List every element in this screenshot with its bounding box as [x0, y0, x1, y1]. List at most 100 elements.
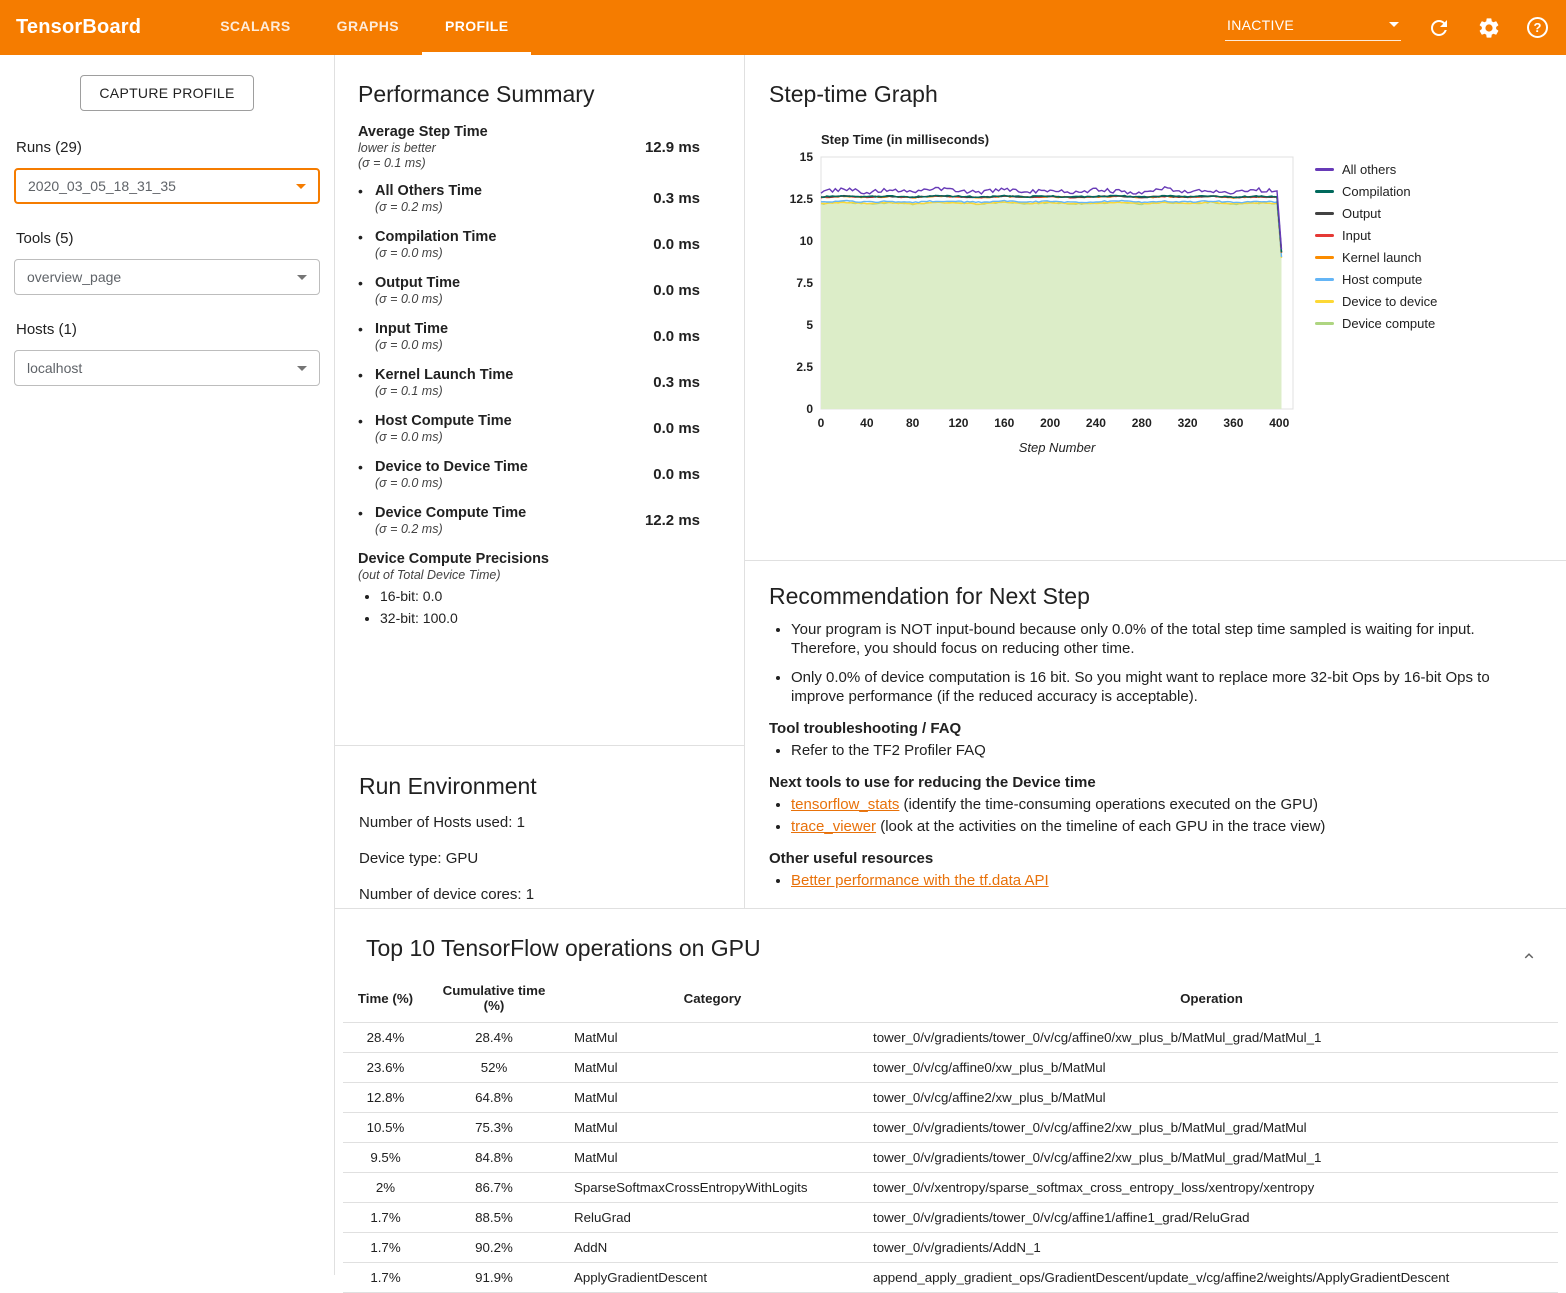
precisions-title: Device Compute Precisions: [358, 551, 700, 567]
metric-label: Device Compute Time: [375, 505, 526, 521]
tool-link-description: (look at the activities on the timeline …: [876, 818, 1325, 835]
metric-value: 0.0 ms: [653, 466, 700, 483]
metric-value: 0.0 ms: [653, 328, 700, 345]
help-icon[interactable]: ?: [1527, 17, 1548, 38]
column-header-cumulative: Cumulative time (%): [428, 974, 560, 1023]
metric-sigma: (σ = 0.0 ms): [375, 430, 512, 444]
cell-cumulative: 75.3%: [428, 1113, 560, 1143]
metric-value: 0.0 ms: [653, 420, 700, 437]
table-body: 28.4% 28.4% MatMul tower_0/v/gradients/t…: [343, 1023, 1558, 1293]
cell-category: ReluGrad: [560, 1203, 865, 1233]
legend-item: Device compute: [1315, 316, 1437, 331]
performance-column: Performance Summary Average Step Time lo…: [335, 55, 745, 908]
precisions-list: 16-bit: 0.032-bit: 100.0: [358, 588, 700, 626]
metric-label: Kernel Launch Time: [375, 367, 513, 383]
legend-label: Host compute: [1342, 272, 1422, 287]
column-header-operation: Operation: [865, 974, 1558, 1023]
reload-status-value: INACTIVE: [1227, 17, 1294, 33]
tools-select[interactable]: overview_page: [14, 259, 320, 295]
table-row: 9.5% 84.8% MatMul tower_0/v/gradients/to…: [343, 1143, 1558, 1173]
legend-swatch-icon: [1315, 300, 1334, 303]
cell-operation: tower_0/v/gradients/tower_0/v/cg/affine2…: [865, 1113, 1558, 1143]
legend-label: Output: [1342, 206, 1381, 221]
svg-text:10: 10: [800, 234, 814, 248]
precision-item: 32-bit: 100.0: [380, 610, 700, 626]
capture-profile-button[interactable]: CAPTURE PROFILE: [80, 75, 253, 111]
svg-text:120: 120: [948, 416, 968, 430]
table-row: 12.8% 64.8% MatMul tower_0/v/cg/affine2/…: [343, 1083, 1558, 1113]
main-tabs: SCALARSGRAPHSPROFILE: [197, 0, 531, 55]
runs-select[interactable]: 2020_03_05_18_31_35: [14, 168, 320, 204]
metric-value: 12.9 ms: [645, 139, 700, 156]
cell-time: 2%: [343, 1173, 428, 1203]
performance-metric-row: Host Compute Time (σ = 0.0 ms) 0.0 ms: [358, 413, 700, 444]
cell-category: ApplyGradientDescent: [560, 1263, 865, 1293]
bullet-icon: [358, 321, 375, 352]
step-time-graph-section: Step-time Graph Step Time (in millisecon…: [745, 81, 1566, 561]
metric-value: 0.3 ms: [653, 374, 700, 391]
runs-select-value: 2020_03_05_18_31_35: [28, 178, 176, 194]
settings-gear-icon[interactable]: [1477, 16, 1501, 40]
cell-operation: tower_0/v/xentropy/sparse_softmax_cross_…: [865, 1173, 1558, 1203]
recommendation-bullet: Only 0.0% of device computation is 16 bi…: [791, 668, 1536, 706]
run-environment-line: Number of device cores: 1: [359, 886, 720, 903]
legend-item: Input: [1315, 228, 1437, 243]
cell-operation: tower_0/v/gradients/tower_0/v/cg/affine0…: [865, 1023, 1558, 1053]
top10-table: Time (%) Cumulative time (%) Category Op…: [343, 974, 1558, 1293]
toolbar-right: INACTIVE ?: [1225, 15, 1548, 41]
resource-link[interactable]: Better performance with the tf.data API: [791, 872, 1049, 889]
hosts-select[interactable]: localhost: [14, 350, 320, 386]
cell-category: MatMul: [560, 1053, 865, 1083]
svg-text:80: 80: [906, 416, 920, 430]
refresh-icon[interactable]: [1427, 16, 1451, 40]
legend-item: All others: [1315, 162, 1437, 177]
next-tools-list: tensorflow_stats (identify the time-cons…: [769, 795, 1536, 836]
tab[interactable]: PROFILE: [422, 0, 531, 55]
metric-value: 0.3 ms: [653, 190, 700, 207]
cell-time: 10.5%: [343, 1113, 428, 1143]
tab[interactable]: GRAPHS: [314, 0, 422, 55]
performance-metric-row: Device Compute Time (σ = 0.2 ms) 12.2 ms: [358, 505, 700, 536]
column-header-time: Time (%): [343, 974, 428, 1023]
metric-sigma: (σ = 0.1 ms): [375, 384, 513, 398]
metric-sigma: (σ = 0.0 ms): [375, 338, 448, 352]
table-row: 23.6% 52% MatMul tower_0/v/cg/affine0/xw…: [343, 1053, 1558, 1083]
tab[interactable]: SCALARS: [197, 0, 313, 55]
cell-operation: tower_0/v/cg/affine0/xw_plus_b/MatMul: [865, 1053, 1558, 1083]
reload-status-select[interactable]: INACTIVE: [1225, 15, 1401, 41]
hosts-select-value: localhost: [27, 360, 82, 376]
metric-label: Compilation Time: [375, 229, 496, 245]
legend-label: Compilation: [1342, 184, 1411, 199]
cell-category: SparseSoftmaxCrossEntropyWithLogits: [560, 1173, 865, 1203]
other-resources-heading: Other useful resources: [769, 850, 1536, 867]
bullet-icon: [358, 459, 375, 490]
legend-label: Input: [1342, 228, 1371, 243]
legend-item: Compilation: [1315, 184, 1437, 199]
bullet-icon: [358, 229, 375, 260]
metric-label: Average Step Time: [358, 124, 488, 140]
recommendation-section: Recommendation for Next Step Your progra…: [745, 583, 1566, 890]
chart-legend: All others Compilation Output Input: [1315, 162, 1437, 338]
tool-link[interactable]: tensorflow_stats: [791, 796, 899, 813]
table-row: 10.5% 75.3% MatMul tower_0/v/gradients/t…: [343, 1113, 1558, 1143]
collapse-chevron-icon[interactable]: [1520, 947, 1538, 968]
average-step-time-row: Average Step Time lower is better (σ = 0…: [358, 124, 700, 170]
device-compute-precisions: Device Compute Precisions (out of Total …: [358, 551, 700, 626]
run-environment: Run Environment Number of Hosts used: 1D…: [335, 773, 744, 903]
metric-label: Host Compute Time: [375, 413, 512, 429]
column-header-category: Category: [560, 974, 865, 1023]
table-row: 1.7% 91.9% ApplyGradientDescent append_a…: [343, 1263, 1558, 1293]
runs-label: Runs (29): [16, 139, 318, 156]
cell-operation: tower_0/v/gradients/tower_0/v/cg/affine1…: [865, 1203, 1558, 1233]
legend-swatch-icon: [1315, 256, 1334, 259]
cell-cumulative: 90.2%: [428, 1233, 560, 1263]
table-row: 2% 86.7% SparseSoftmaxCrossEntropyWithLo…: [343, 1173, 1558, 1203]
tool-link[interactable]: trace_viewer: [791, 818, 876, 835]
step-time-chart: Step Time (in milliseconds) 02.557.51012…: [781, 132, 1301, 455]
legend-label: Device compute: [1342, 316, 1435, 331]
table-row: 28.4% 28.4% MatMul tower_0/v/gradients/t…: [343, 1023, 1558, 1053]
cell-category: AddN: [560, 1233, 865, 1263]
performance-summary: Performance Summary Average Step Time lo…: [335, 81, 744, 746]
tools-label: Tools (5): [16, 230, 318, 247]
cell-category: MatMul: [560, 1143, 865, 1173]
